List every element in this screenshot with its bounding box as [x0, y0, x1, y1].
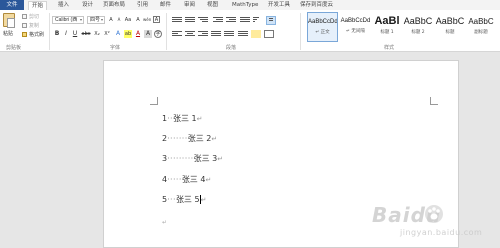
- group-divider: [300, 13, 301, 50]
- font-group-label: 字体: [110, 45, 121, 51]
- distributed-icon[interactable]: [224, 30, 234, 38]
- borders-icon[interactable]: [264, 30, 274, 38]
- clear-formatting-button[interactable]: A: [134, 16, 142, 24]
- enclose-characters-button[interactable]: 字: [154, 30, 162, 38]
- subscript-button[interactable]: X₂: [93, 30, 101, 38]
- tab-save-baidu-cloud[interactable]: 保存到百度云: [300, 1, 333, 10]
- baidu-watermark: Baidu jingyan.baidu.com: [372, 200, 496, 242]
- watermark-url: jingyan.baidu.com: [400, 228, 483, 237]
- paragraph-mark-icon: ↵: [200, 196, 207, 204]
- show-formatting-marks-icon[interactable]: [266, 16, 276, 25]
- sort-icon[interactable]: [253, 16, 263, 24]
- tab-file[interactable]: 文件: [0, 0, 24, 10]
- character-border-button[interactable]: A: [153, 16, 160, 23]
- tab-home[interactable]: 开始: [28, 1, 48, 10]
- superscript-button[interactable]: X²: [103, 30, 111, 38]
- font-color-button[interactable]: A: [134, 30, 142, 38]
- tab-design[interactable]: 设计: [82, 1, 93, 10]
- paw-icon: [425, 205, 443, 223]
- align-center-icon[interactable]: [185, 30, 195, 38]
- group-divider: [166, 13, 167, 50]
- tab-mailings[interactable]: 邮件: [160, 1, 171, 10]
- margin-corner-top-left: [150, 97, 158, 105]
- style-normal[interactable]: AaBbCcDd ↵ 正文: [307, 12, 338, 42]
- align-right-icon[interactable]: [198, 30, 208, 38]
- copy-button[interactable]: 复制: [22, 22, 39, 29]
- chinese-layout-icon[interactable]: [240, 16, 250, 24]
- ribbon: 粘贴 剪切 复制 格式刷 剪贴板 Calibri (西 ▾ 四号 ▾ A A Aa …: [0, 10, 500, 52]
- tab-page-layout[interactable]: 页面布局: [103, 1, 125, 10]
- document-line[interactable]: 2·······张三 2↵: [162, 134, 217, 144]
- style-heading-2[interactable]: AaBbC 标题 2: [403, 12, 433, 42]
- shading-icon[interactable]: [251, 30, 261, 38]
- chevron-down-icon: ▾: [100, 17, 103, 22]
- style-no-spacing[interactable]: AaBbCcDd ↵ 无间隔: [340, 12, 371, 42]
- cut-button[interactable]: 剪切: [22, 13, 39, 20]
- paste-icon[interactable]: [3, 13, 15, 28]
- character-shading-button[interactable]: A: [144, 30, 152, 38]
- paragraph-mark-icon: ↵: [217, 155, 224, 163]
- justify-icon[interactable]: [211, 30, 221, 38]
- bullets-icon[interactable]: [172, 16, 182, 24]
- font-name-select[interactable]: Calibri (西 ▾: [52, 16, 84, 24]
- text-effects-button[interactable]: A: [114, 30, 122, 38]
- document-line[interactable]: 1··张三 1↵: [162, 114, 203, 124]
- scissors-icon: [22, 14, 27, 19]
- styles-gallery: AaBbCcDd ↵ 正文 AaBbCcDd ↵ 无间隔 AaBl 标题 1 A…: [305, 12, 495, 42]
- underline-button[interactable]: U: [71, 30, 79, 38]
- numbering-icon[interactable]: [185, 16, 195, 24]
- tab-insert[interactable]: 插入: [58, 1, 69, 10]
- margin-corner-top-right: [430, 97, 438, 105]
- document-line[interactable]: 3·········张三 3↵: [162, 154, 223, 164]
- increase-indent-icon[interactable]: [226, 16, 236, 24]
- multilevel-list-icon[interactable]: [198, 16, 208, 24]
- document-line[interactable]: 4·····张三 4↵: [162, 175, 211, 185]
- paste-button-label[interactable]: 粘贴: [3, 30, 13, 37]
- format-painter-button[interactable]: 格式刷: [22, 31, 44, 38]
- line-spacing-icon[interactable]: [238, 30, 248, 38]
- phonetic-guide-button[interactable]: wén: [143, 16, 151, 24]
- font-size-select[interactable]: 四号 ▾: [87, 16, 105, 24]
- brush-icon: [22, 32, 27, 37]
- group-divider: [49, 13, 50, 50]
- shrink-font-button[interactable]: A: [115, 16, 123, 24]
- style-heading-1[interactable]: AaBl 标题 1: [373, 12, 401, 42]
- tab-references[interactable]: 引用: [137, 1, 148, 10]
- paragraph-mark-icon: ↵: [211, 135, 218, 143]
- tab-review[interactable]: 审阅: [184, 1, 195, 10]
- change-case-button[interactable]: Aa: [124, 16, 132, 24]
- paragraph-mark-icon: ↵: [162, 219, 168, 226]
- copy-icon: [22, 23, 27, 28]
- align-left-icon[interactable]: [172, 30, 182, 38]
- ribbon-tab-bar: 文件 开始 插入 设计 页面布局 引用 邮件 审阅 视图 MathType 开发…: [0, 0, 500, 10]
- document-line[interactable]: 5···张三 5↵: [162, 195, 206, 205]
- tab-view[interactable]: 视图: [207, 1, 218, 10]
- paragraph-group-label: 段落: [226, 45, 237, 51]
- paragraph-mark-icon: ↵: [196, 115, 203, 123]
- style-subtitle[interactable]: AaBbC 副标题: [467, 12, 495, 42]
- styles-group-label: 样式: [384, 45, 395, 51]
- grow-font-button[interactable]: A: [107, 16, 115, 24]
- paragraph-mark-icon: ↵: [205, 176, 212, 184]
- style-title[interactable]: AaBbC 标题: [435, 12, 465, 42]
- italic-button[interactable]: I: [62, 30, 70, 38]
- highlight-button[interactable]: ab: [124, 30, 132, 38]
- tab-mathtype[interactable]: MathType: [232, 1, 258, 10]
- bold-button[interactable]: B: [53, 30, 61, 38]
- tab-developer[interactable]: 开发工具: [268, 1, 290, 10]
- chevron-down-icon: ▾: [79, 17, 82, 22]
- clipboard-group-label: 剪贴板: [6, 45, 22, 51]
- decrease-indent-icon[interactable]: [213, 16, 223, 24]
- strikethrough-button[interactable]: abc: [80, 30, 92, 38]
